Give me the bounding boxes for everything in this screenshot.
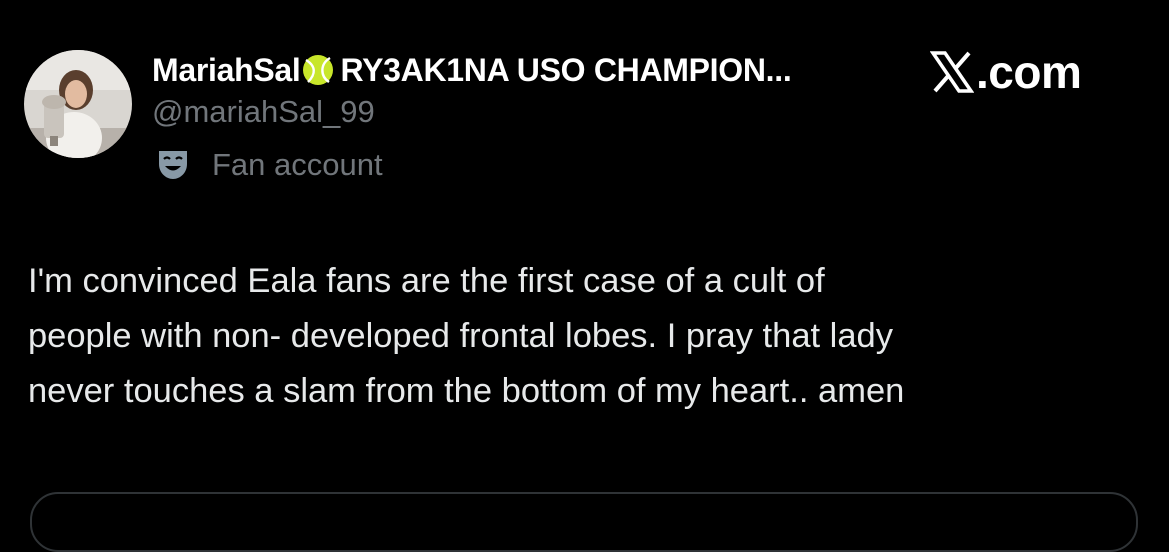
brand-text: .com [976, 46, 1082, 98]
avatar[interactable] [24, 50, 132, 158]
tweet-text: I'm convinced Eala fans are the first ca… [28, 262, 905, 410]
author-display-suffix: RY3AK1NA USO CHAMPION... [340, 51, 792, 88]
theater-mask-icon [159, 151, 187, 179]
avatar-photo [24, 50, 132, 158]
brand-watermark: .com [930, 44, 1082, 100]
author-display-name[interactable]: MariahSal [152, 52, 301, 89]
account-label: Fan account [212, 147, 383, 182]
account-label-row: Fan account [156, 144, 383, 186]
quote-card[interactable] [30, 492, 1138, 552]
x-logo-icon [930, 51, 974, 93]
author-name-row: MariahSal RY3AK1NA USO CHAMPION... [152, 50, 792, 90]
tennis-ball-icon [302, 54, 334, 86]
tweet[interactable]: MariahSal RY3AK1NA USO CHAMPION... .com … [0, 0, 1169, 552]
author-handle[interactable]: @mariahSal_99 [152, 94, 375, 130]
